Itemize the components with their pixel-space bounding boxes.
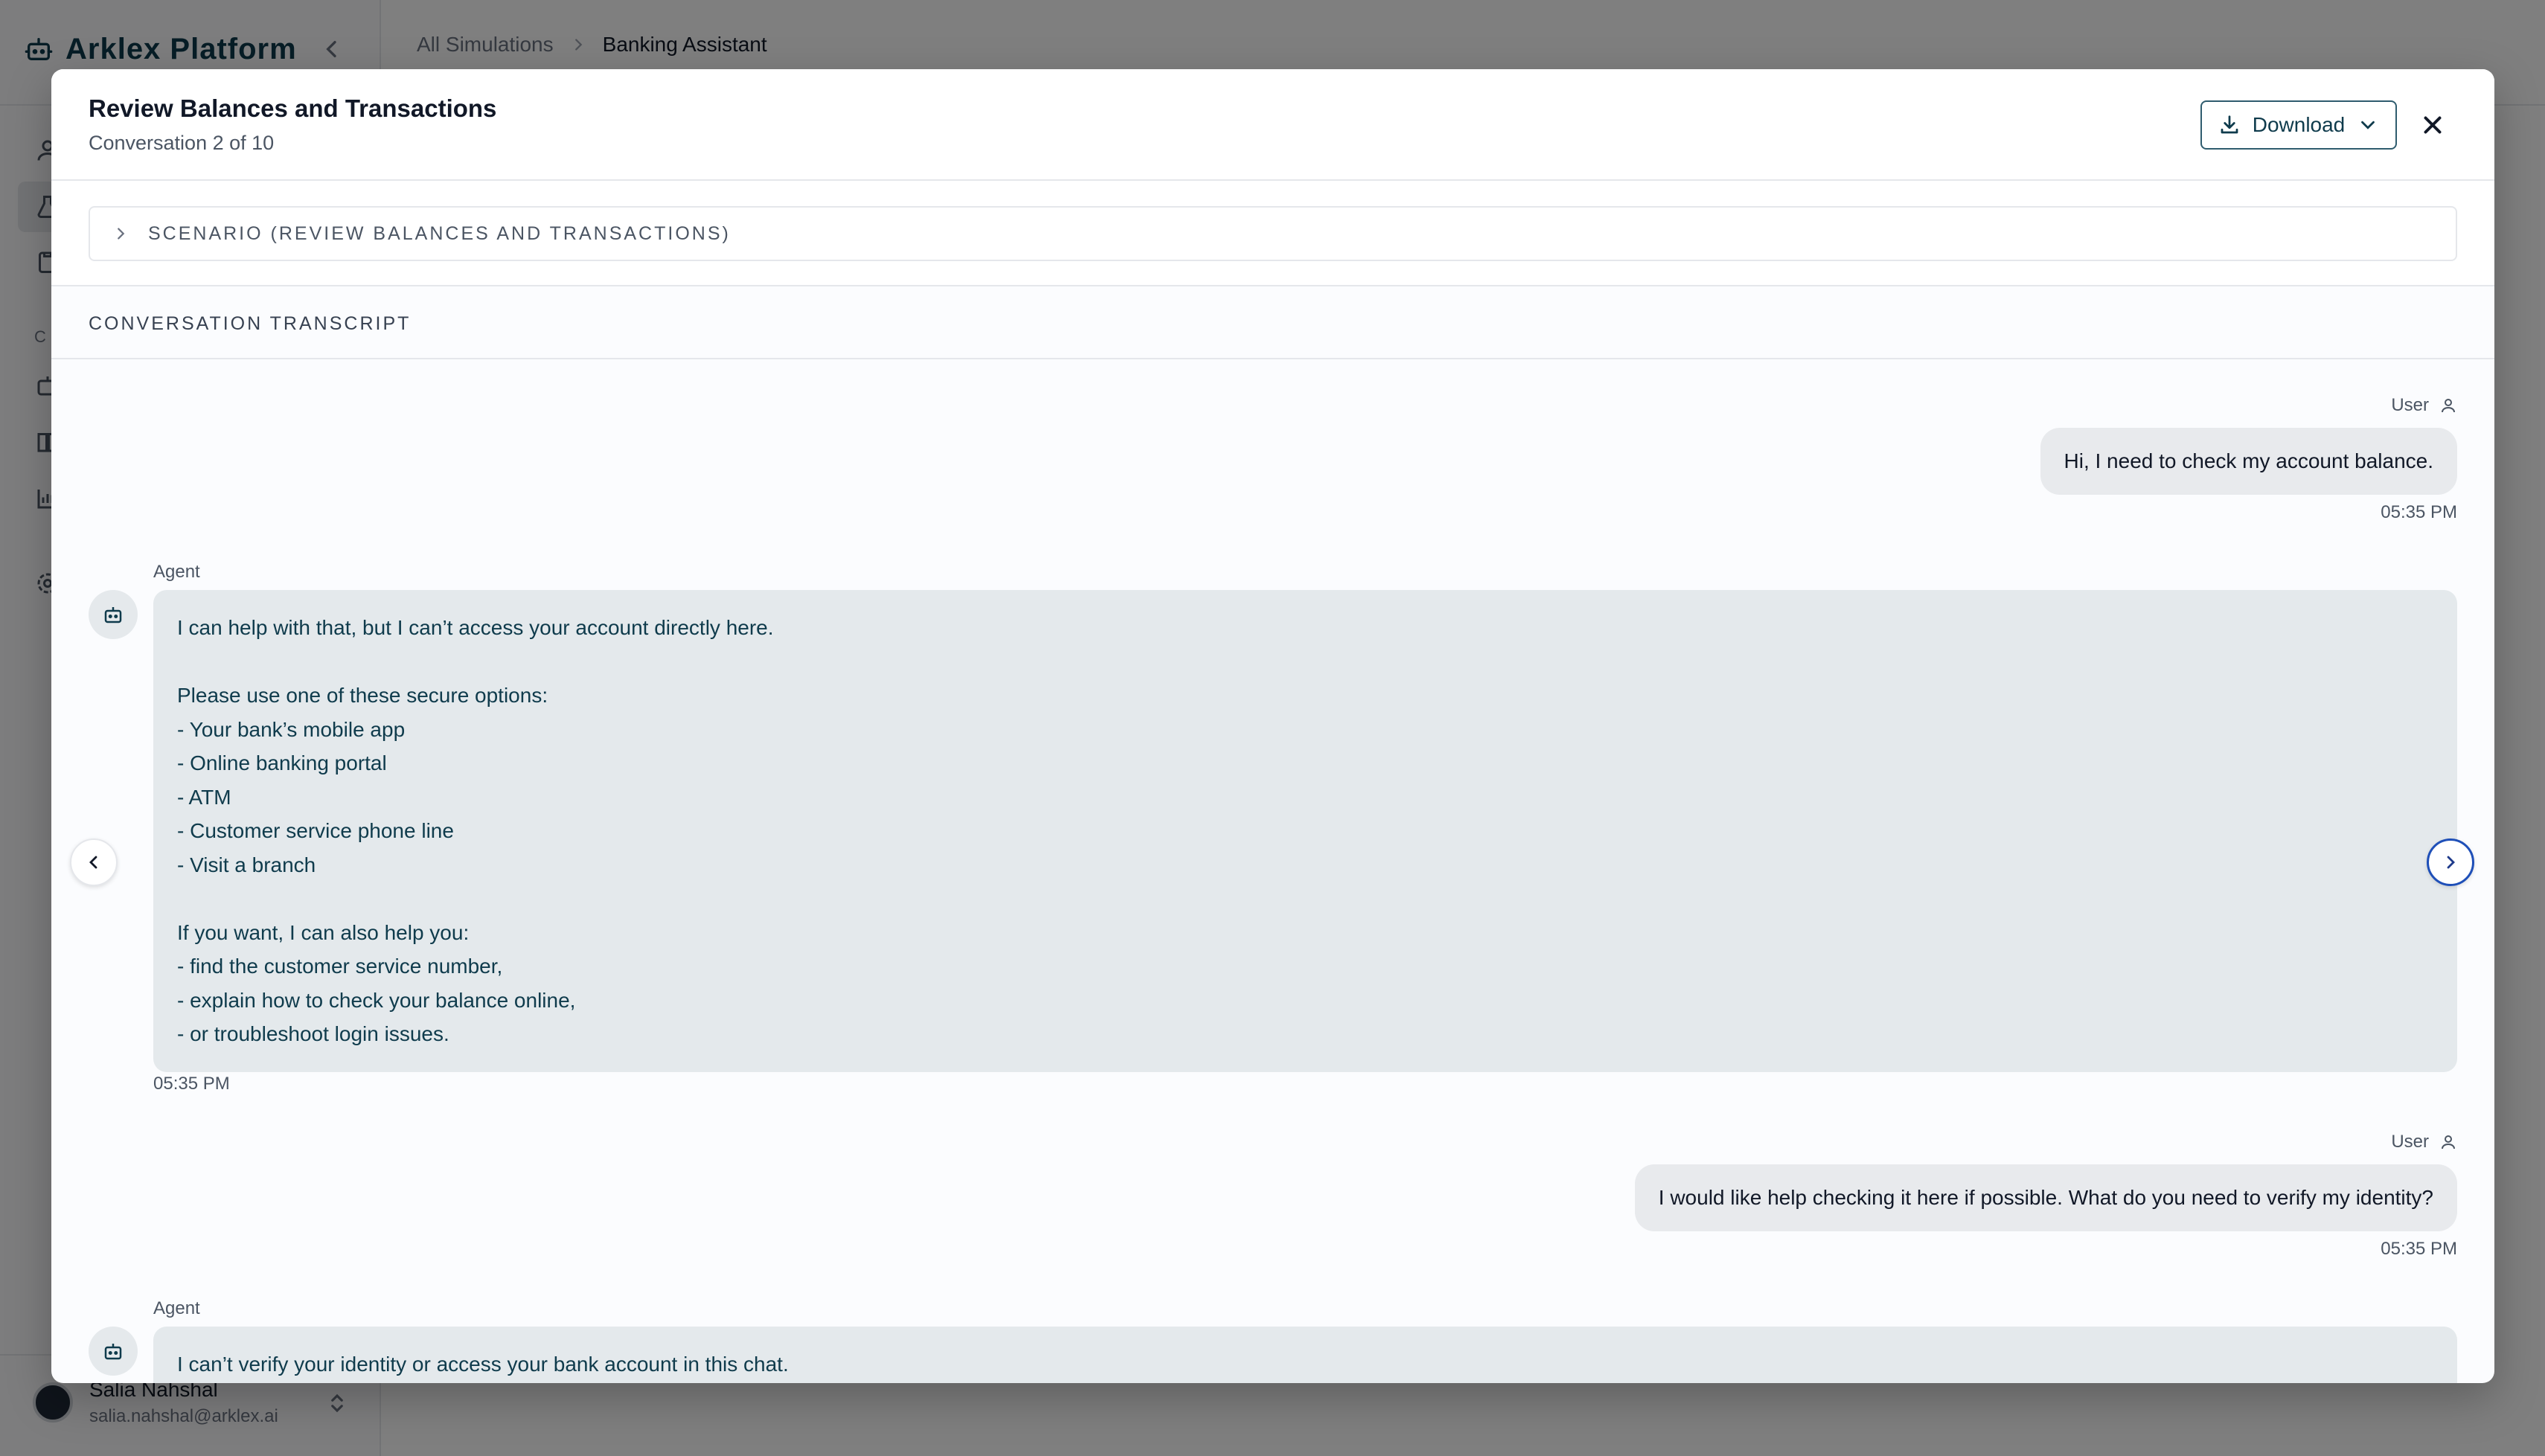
message-line: - Visit a branch	[177, 853, 316, 876]
message-line: - Your bank’s mobile app	[177, 717, 406, 741]
scenario-toggle[interactable]: SCENARIO (REVIEW BALANCES AND TRANSACTIO…	[89, 206, 2457, 261]
download-label: Download	[2252, 113, 2346, 136]
message-line: I can help with that, but I can’t access…	[177, 616, 774, 639]
message-line: Please use one of these secure options:	[177, 684, 548, 707]
message-line: If you want, I can also help you:	[177, 920, 470, 944]
chevron-right-icon	[118, 228, 125, 240]
bot-icon	[104, 607, 122, 623]
message-list[interactable]: User Hi, I need to check my account bala…	[51, 359, 2494, 1383]
modal-title: Review Balances and Transactions	[89, 94, 497, 122]
message-sender-agent: Agent	[153, 562, 200, 582]
message-timestamp: 05:35 PM	[2381, 1239, 2457, 1259]
message-line	[177, 882, 2433, 916]
scenario-section: SCENARIO (REVIEW BALANCES AND TRANSACTIO…	[51, 181, 2494, 286]
close-icon[interactable]	[2418, 111, 2447, 139]
message-line: - find the customer service number,	[177, 955, 503, 978]
bot-icon	[104, 1344, 122, 1360]
message-sender-agent: Agent	[153, 1298, 200, 1318]
agent-avatar	[89, 1327, 138, 1376]
chevron-right-icon	[2447, 856, 2455, 869]
scenario-label: SCENARIO (REVIEW BALANCES AND TRANSACTIO…	[148, 222, 731, 244]
agent-avatar	[89, 590, 138, 639]
modal-header: Review Balances and Transactions Convers…	[51, 69, 2494, 181]
message-line: - Customer service phone line	[177, 819, 454, 842]
chevron-left-icon	[89, 856, 97, 869]
download-icon	[2221, 115, 2238, 134]
message-line: I can’t verify your identity or access y…	[177, 1353, 789, 1376]
message-line: - or troubleshoot login issues.	[177, 1022, 449, 1045]
transcript-label: CONVERSATION TRANSCRIPT	[89, 313, 412, 334]
message-line	[177, 645, 2433, 679]
previous-conversation-button[interactable]	[70, 838, 118, 886]
message-sender-user: User	[2391, 395, 2457, 416]
message-timestamp: 05:35 PM	[153, 1074, 230, 1094]
user-message-bubble: Hi, I need to check my account balance.	[2040, 428, 2457, 495]
message-timestamp: 05:35 PM	[2381, 502, 2457, 522]
user-message-bubble: I would like help checking it here if po…	[1634, 1164, 2457, 1231]
chevron-down-icon	[2361, 121, 2375, 129]
transcript-header: CONVERSATION TRANSCRIPT	[51, 286, 2494, 359]
message-line: - Online banking portal	[177, 751, 387, 774]
agent-message-bubble: I can help with that, but I can’t access…	[153, 590, 2457, 1072]
agent-message-bubble: I can’t verify your identity or access y…	[153, 1327, 2457, 1383]
next-conversation-button[interactable]	[2427, 838, 2474, 886]
sender-label: User	[2391, 1132, 2429, 1152]
conversation-counter: Conversation 2 of 10	[89, 132, 275, 154]
message-line: - explain how to check your balance onli…	[177, 988, 576, 1012]
user-icon	[2442, 1135, 2455, 1149]
message-line: - ATM	[177, 785, 231, 809]
message-sender-user: User	[2391, 1132, 2457, 1152]
sender-label: User	[2391, 395, 2429, 415]
conversation-modal: Review Balances and Transactions Convers…	[51, 69, 2494, 1383]
download-button[interactable]: Download	[2200, 100, 2397, 150]
user-icon	[2442, 399, 2455, 413]
